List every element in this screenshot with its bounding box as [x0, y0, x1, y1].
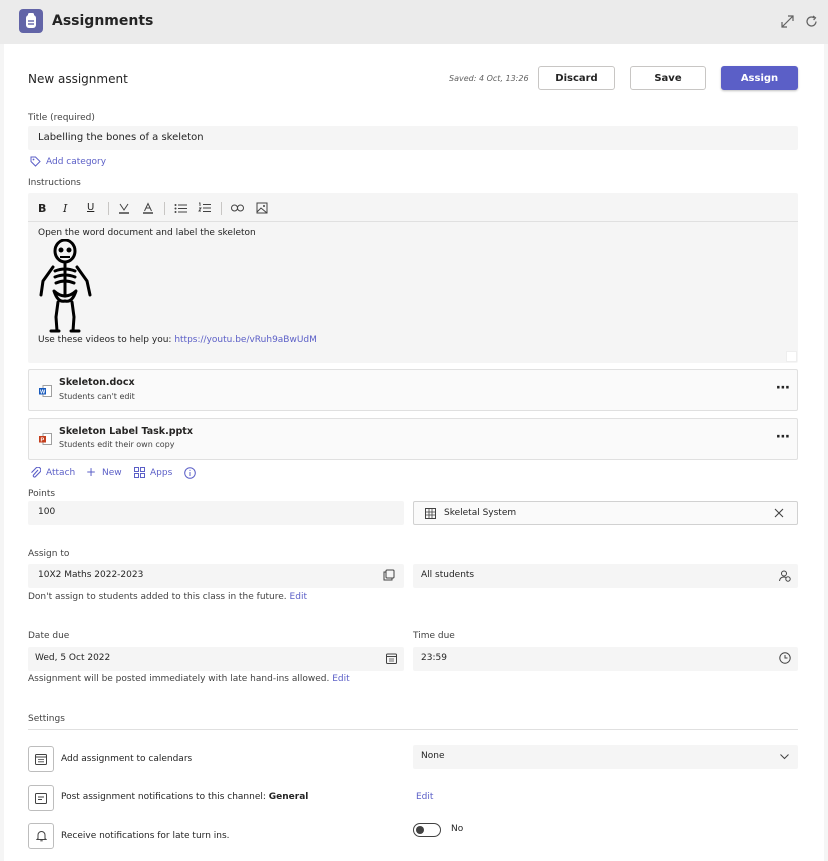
info-icon[interactable] [184, 467, 196, 479]
apps-button[interactable]: Apps [150, 468, 172, 478]
copy-icon [383, 569, 395, 581]
add-category-link[interactable]: Add category [46, 157, 106, 167]
calendar-select[interactable]: None [413, 745, 798, 769]
youtube-link[interactable]: https://youtu.be/vRuh9aBwUdM [174, 335, 317, 345]
date-due-value: Wed, 5 Oct 2022 [35, 653, 111, 663]
apps-icon [134, 467, 145, 478]
underline-icon[interactable]: U [87, 202, 94, 213]
new-button[interactable]: New [102, 468, 122, 478]
grid-icon [425, 508, 436, 519]
points-value: 100 [38, 507, 56, 517]
clock-icon[interactable] [779, 652, 791, 664]
paperclip-icon [30, 467, 41, 479]
attachment-note: Students can't edit [59, 392, 135, 401]
expand-icon[interactable] [781, 15, 794, 28]
assign-note: Don't assign to students added to this c… [28, 592, 307, 602]
svg-text:W: W [40, 390, 46, 396]
time-due-value: 23:59 [421, 653, 447, 663]
plus-icon: + [86, 465, 97, 479]
highlight-icon[interactable] [118, 202, 130, 214]
channel-edit-link[interactable]: Edit [416, 792, 433, 802]
toolbar-separator [164, 202, 165, 215]
due-note-text: Assignment will be posted immediately wi… [28, 674, 330, 684]
class-select[interactable]: 10X2 Maths 2022-2023 [28, 564, 404, 588]
form-heading: New assignment [28, 72, 128, 86]
calendar-setting-icon [28, 746, 54, 772]
bullet-list-icon[interactable] [174, 203, 187, 214]
channel-name: General [268, 792, 309, 802]
late-notification-toggle[interactable] [413, 823, 441, 837]
saved-status: Saved: 4 Oct, 13:26 [449, 74, 529, 83]
rubric-field[interactable]: Skeletal System [413, 501, 798, 525]
calendar-select-value: None [421, 751, 445, 761]
students-value: All students [421, 570, 475, 580]
person-settings-icon [779, 570, 791, 582]
late-setting-label: Receive notifications for late turn ins. [61, 831, 230, 841]
powerpoint-file-icon: P [39, 433, 52, 445]
channel-setting-icon [28, 785, 54, 811]
assign-note-text: Don't assign to students added to this c… [28, 592, 287, 602]
attachment-note: Students edit their own copy [59, 440, 175, 449]
tag-icon [30, 156, 41, 167]
app-title: Assignments [52, 13, 154, 29]
calendar-icon[interactable] [386, 653, 397, 664]
instructions-line-2-prefix: Use these videos to help you: [38, 335, 175, 345]
assign-button[interactable]: Assign [721, 66, 798, 90]
settings-divider [28, 729, 798, 730]
due-edit-link[interactable]: Edit [332, 674, 349, 684]
time-due-input[interactable]: 23:59 [413, 647, 798, 671]
students-select[interactable]: All students [413, 564, 798, 588]
class-value: 10X2 Maths 2022-2023 [38, 570, 144, 580]
link-icon[interactable] [231, 204, 244, 212]
toolbar-divider [28, 221, 798, 222]
due-note: Assignment will be posted immediately wi… [28, 674, 350, 684]
title-label: Title (required) [28, 113, 95, 123]
attachment-card[interactable]: P Skeleton Label Task.pptx Students edit… [28, 418, 798, 460]
attachment-card[interactable]: W Skeleton.docx Students can't edit ⋯ [28, 369, 798, 411]
skeleton-image [37, 239, 95, 333]
assign-to-label: Assign to [28, 549, 70, 559]
refresh-icon[interactable] [805, 15, 818, 28]
bell-setting-icon [28, 823, 54, 849]
attachment-name: Skeleton.docx [59, 377, 135, 388]
attach-button[interactable]: Attach [46, 468, 75, 478]
toolbar-separator [221, 202, 222, 215]
title-value: Labelling the bones of a skeleton [38, 132, 204, 143]
italic-icon[interactable]: I [63, 202, 67, 215]
points-label: Points [28, 489, 56, 499]
instructions-line-2: Use these videos to help you: https://yo… [38, 335, 317, 345]
date-due-input[interactable]: Wed, 5 Oct 2022 [28, 647, 404, 671]
discard-button[interactable]: Discard [538, 66, 615, 90]
channel-setting-label: Post assignment notifications to this ch… [61, 792, 308, 802]
time-due-label: Time due [413, 631, 455, 641]
settings-label: Settings [28, 714, 65, 724]
resize-handle[interactable] [786, 351, 797, 362]
channel-setting-prefix: Post assignment notifications to this ch… [61, 792, 269, 802]
chevron-down-icon [780, 754, 789, 760]
calendar-setting-label: Add assignment to calendars [61, 754, 193, 764]
assign-edit-link[interactable]: Edit [290, 592, 307, 602]
svg-text:P: P [41, 438, 45, 444]
instructions-label: Instructions [28, 178, 81, 188]
assignments-app-icon [19, 9, 43, 33]
date-due-label: Date due [28, 631, 70, 641]
save-button[interactable]: Save [630, 66, 706, 90]
instructions-line-1: Open the word document and label the ske… [38, 228, 256, 238]
close-icon[interactable] [774, 508, 784, 518]
font-color-icon[interactable] [142, 202, 154, 214]
toolbar-separator [108, 202, 109, 215]
points-input[interactable]: 100 [28, 501, 404, 525]
more-options-icon[interactable]: ⋯ [776, 429, 791, 445]
word-file-icon: W [39, 385, 52, 397]
rubric-value: Skeletal System [444, 508, 517, 518]
bold-icon[interactable]: B [38, 202, 46, 215]
attachment-name: Skeleton Label Task.pptx [59, 426, 193, 437]
late-toggle-value: No [451, 824, 464, 834]
numbered-list-icon[interactable] [198, 202, 211, 214]
more-options-icon[interactable]: ⋯ [776, 380, 791, 396]
toggle-knob [416, 826, 424, 834]
title-input[interactable]: Labelling the bones of a skeleton [28, 126, 798, 150]
image-icon[interactable] [256, 202, 268, 214]
